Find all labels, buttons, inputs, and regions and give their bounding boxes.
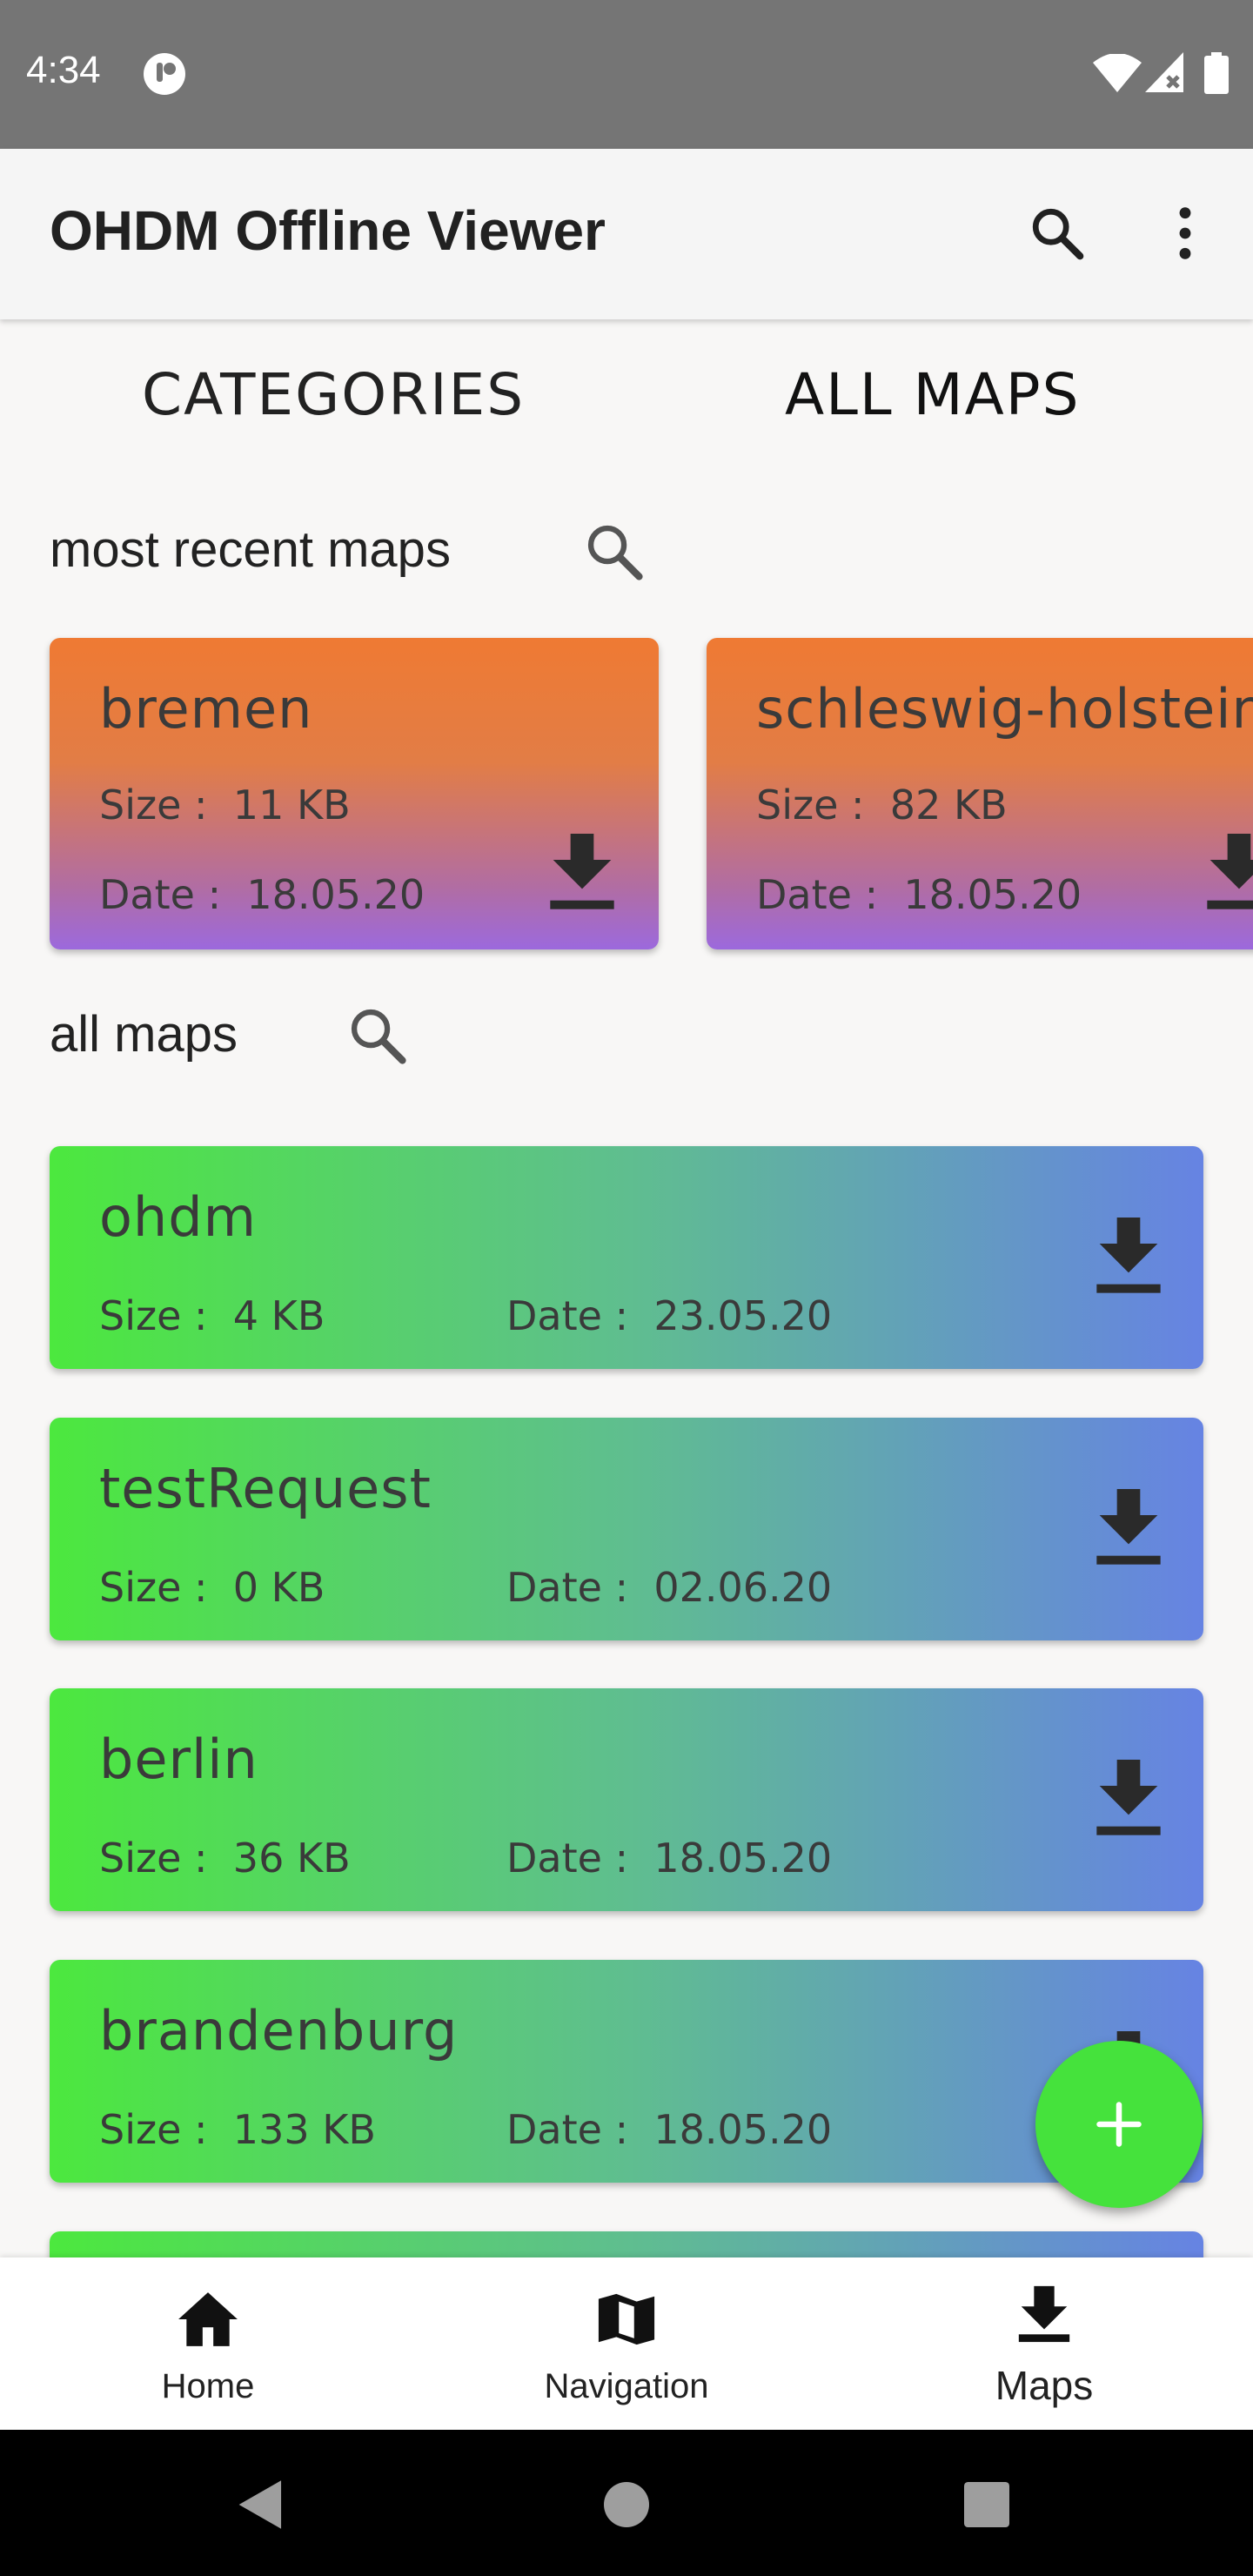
recent-map-card-schleswig-holstein[interactable]: schleswig-holstein Size : 82 KB Date : 1… <box>707 638 1253 949</box>
nav-navigation[interactable]: Navigation <box>470 2257 783 2430</box>
map-size: Size : 82 KB <box>756 782 1008 828</box>
download-icon[interactable] <box>1094 1489 1163 1567</box>
notification-icon <box>144 53 185 95</box>
recent-search-icon[interactable] <box>581 519 647 585</box>
map-name: testRequest <box>99 1457 432 1520</box>
download-icon[interactable] <box>547 834 617 912</box>
map-date: Date : 18.05.20 <box>506 1835 833 1882</box>
map-card-brandenburg[interactable]: brandenburg Size : 133 KB Date : 18.05.2… <box>50 1960 1203 2183</box>
app-title: OHDM Offline Viewer <box>50 199 606 262</box>
map-size: Size : 0 KB <box>99 1564 325 1611</box>
bottom-navigation: Home Navigation Maps <box>0 2257 1253 2430</box>
map-date: Date : 18.05.20 <box>756 871 1082 918</box>
nav-maps[interactable]: Maps <box>888 2257 1201 2430</box>
home-icon <box>178 2292 238 2346</box>
map-date: Date : 23.05.20 <box>506 1292 833 1339</box>
download-icon[interactable] <box>1094 1218 1163 1296</box>
nav-home-label: Home <box>161 2367 255 2405</box>
map-card-testrequest[interactable]: testRequest Size : 0 KB Date : 02.06.20 <box>50 1418 1203 1640</box>
map-card-berlin[interactable]: berlin Size : 36 KB Date : 18.05.20 <box>50 1688 1203 1911</box>
map-size: Size : 11 KB <box>99 782 351 828</box>
map-card-ohdm[interactable]: ohdm Size : 4 KB Date : 23.05.20 <box>50 1146 1203 1369</box>
all-maps-search-icon[interactable] <box>345 1003 411 1069</box>
map-name: brandenburg <box>99 1999 459 2063</box>
download-icon[interactable] <box>1094 1760 1163 1838</box>
battery-icon <box>1204 52 1229 94</box>
recent-maps-title: most recent maps <box>50 521 451 578</box>
download-icon <box>1018 2285 1070 2343</box>
map-name: ohdm <box>99 1185 257 1249</box>
map-name: schleswig-holstein <box>756 677 1253 741</box>
system-navigation-bar <box>0 2430 1253 2576</box>
map-name: bremen <box>99 677 313 741</box>
recent-map-card-bremen[interactable]: bremen Size : 11 KB Date : 18.05.20 <box>50 638 659 949</box>
status-bar: 4:34 <box>0 0 1253 149</box>
nav-home[interactable]: Home <box>51 2257 365 2430</box>
app-bar: OHDM Offline Viewer <box>0 149 1253 319</box>
map-icon <box>598 2293 655 2345</box>
home-circle-icon[interactable] <box>604 2482 649 2527</box>
wifi-icon <box>1093 54 1142 92</box>
more-vert-icon[interactable] <box>1166 203 1204 264</box>
signal-icon <box>1145 52 1183 92</box>
all-maps-title: all maps <box>50 1006 238 1063</box>
map-size: Size : 133 KB <box>99 2106 376 2153</box>
tab-all-maps[interactable]: ALL MAPS <box>785 361 1080 428</box>
status-time: 4:34 <box>26 49 101 91</box>
nav-navigation-label: Navigation <box>544 2367 709 2405</box>
map-date: Date : 18.05.20 <box>99 871 425 918</box>
tab-categories[interactable]: CATEGORIES <box>142 361 525 428</box>
plus-icon <box>1096 2102 1142 2147</box>
map-date: Date : 02.06.20 <box>506 1564 833 1611</box>
map-date: Date : 18.05.20 <box>506 2106 833 2153</box>
map-size: Size : 4 KB <box>99 1292 325 1339</box>
back-icon[interactable] <box>237 2479 285 2531</box>
search-icon[interactable] <box>1027 203 1088 264</box>
map-size: Size : 36 KB <box>99 1835 351 1882</box>
download-icon[interactable] <box>1204 834 1253 912</box>
nav-maps-label: Maps <box>995 2363 1094 2408</box>
add-map-button[interactable] <box>1035 2041 1203 2208</box>
map-name: berlin <box>99 1727 258 1791</box>
recents-icon[interactable] <box>964 2482 1009 2527</box>
